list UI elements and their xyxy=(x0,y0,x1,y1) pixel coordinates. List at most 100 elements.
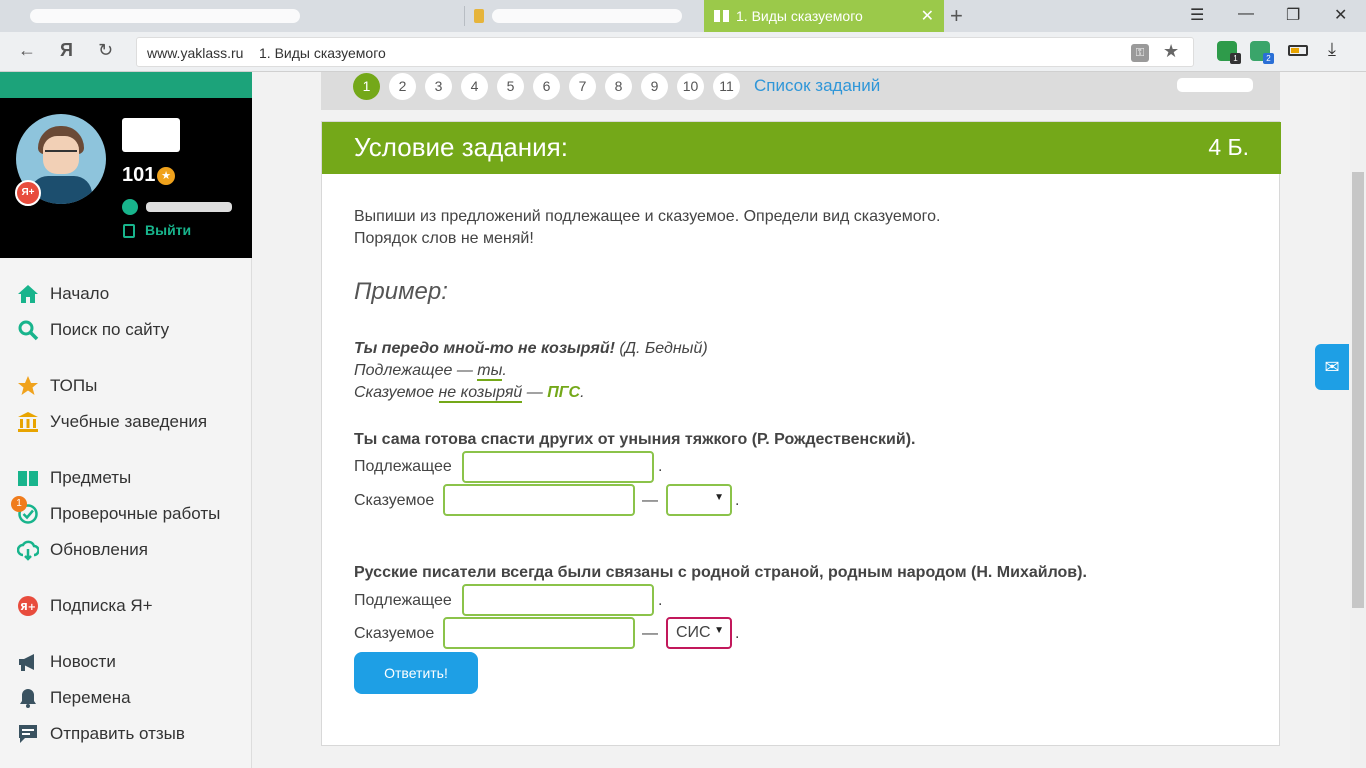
predicate-input[interactable] xyxy=(443,484,635,516)
sidebar-item-break[interactable]: Перемена xyxy=(0,681,252,713)
example-dot: . xyxy=(580,384,585,401)
sidebar-item-label: Перемена xyxy=(50,688,131,707)
svg-text:Я+: Я+ xyxy=(20,602,36,613)
predicate-type-select[interactable]: СИС ▼ xyxy=(666,617,732,649)
page-button[interactable]: 7 xyxy=(569,73,596,100)
url-domain: www.yaklass.ru xyxy=(147,45,244,61)
notification-badge: 1 xyxy=(11,496,27,512)
sentence-dot: . xyxy=(658,592,663,609)
logout-link[interactable]: Выйти xyxy=(145,222,191,238)
sentence-dot: . xyxy=(658,458,663,475)
sidebar-item-label: Начало xyxy=(50,284,110,303)
yandex-logo-icon[interactable]: Я xyxy=(60,40,73,61)
mail-feedback-button[interactable]: ✉ xyxy=(1315,344,1349,390)
tab-favicon xyxy=(474,9,484,23)
dash: — xyxy=(642,492,658,509)
page-button[interactable]: 9 xyxy=(641,73,668,100)
submit-answer-button[interactable]: Ответить! xyxy=(354,652,478,694)
new-tab-button[interactable]: + xyxy=(950,3,963,29)
back-arrow-icon[interactable]: ← xyxy=(18,40,36,61)
predicate-input[interactable] xyxy=(443,617,635,649)
close-tab-icon[interactable]: ✕ xyxy=(921,6,934,26)
page-button[interactable]: 1 xyxy=(353,73,380,100)
task-header: Условие задания: 4 Б. xyxy=(322,122,1281,174)
star-icon xyxy=(18,376,38,395)
reload-icon[interactable]: ↻ xyxy=(98,40,113,61)
minimize-icon[interactable]: — xyxy=(1238,5,1254,23)
download-icon[interactable]: ⤓ xyxy=(1328,39,1336,60)
tab-separator xyxy=(464,6,465,26)
task-card: Условие задания: 4 Б. Выпиши из предложе… xyxy=(321,121,1281,746)
page-button[interactable]: 4 xyxy=(461,73,488,100)
extension-puzzle-icon[interactable]: 2 xyxy=(1250,41,1274,64)
close-window-icon[interactable]: ✕ xyxy=(1334,5,1347,25)
example-subject-line: Подлежащее — ты. xyxy=(354,362,507,381)
example-author: (Д. Бедный) xyxy=(619,340,708,357)
sidebar-item-schools[interactable]: Учебные заведения xyxy=(0,405,252,437)
sidebar-item-label: Учебные заведения xyxy=(50,412,208,431)
example-subject-answer: ты xyxy=(477,362,503,381)
restore-icon[interactable]: ❐ xyxy=(1286,5,1300,25)
pager-info-blurred xyxy=(1177,78,1253,92)
sidebar-item-tests[interactable]: 1 Проверочные работы xyxy=(0,496,252,529)
example-dash: — xyxy=(526,384,543,401)
page-button[interactable]: 2 xyxy=(389,73,416,100)
predicate-type-select[interactable]: ▼ xyxy=(666,484,732,516)
home-icon xyxy=(18,285,38,303)
predicate-label: Сказуемое xyxy=(354,625,435,642)
sidebar-item-search[interactable]: Поиск по сайту xyxy=(0,313,252,345)
achievements-icon[interactable] xyxy=(122,199,138,215)
page-button[interactable]: 5 xyxy=(497,73,524,100)
example-predicate-answer: не козыряй xyxy=(438,384,523,403)
ya-plus-badge-icon: Я+ xyxy=(15,180,41,206)
subject-input[interactable] xyxy=(462,451,654,483)
question-sentence: Ты сама готова спасти других от уныния т… xyxy=(354,431,916,448)
lock-icon[interactable]: ⚿ xyxy=(1131,44,1149,62)
sidebar-item-subjects[interactable]: Предметы xyxy=(0,461,252,493)
page-button[interactable]: 6 xyxy=(533,73,560,100)
logout-door-icon[interactable] xyxy=(123,224,135,238)
bookmark-star-icon[interactable]: ★ xyxy=(1163,41,1179,62)
sentence-dot: . xyxy=(735,625,740,642)
sidebar-item-label: Проверочные работы xyxy=(50,504,221,523)
sidebar: Я+ 101 ★ Выйти Начало Поиск по сайту ТОП… xyxy=(0,72,252,768)
sidebar-item-label: Поиск по сайту xyxy=(50,320,170,339)
user-name-blurred[interactable] xyxy=(122,118,180,152)
page-button[interactable]: 8 xyxy=(605,73,632,100)
inactive-tab-blurred[interactable] xyxy=(492,9,682,23)
dropdown-arrow-icon: ▼ xyxy=(714,625,724,636)
subject-label: Подлежащее xyxy=(354,458,452,475)
menu-icon[interactable]: ☰ xyxy=(1190,5,1204,25)
achievements-link-blurred[interactable] xyxy=(146,202,232,212)
example-sentence-line: Ты передо мной-то не козыряй! (Д. Бедный… xyxy=(354,340,708,358)
example-predicate-line: Сказуемое не козыряй — ПГС. xyxy=(354,384,585,403)
extension-badge: 2 xyxy=(1263,53,1274,64)
sidebar-item-news[interactable]: Новости xyxy=(0,645,252,677)
predicate-type-value: СИС xyxy=(676,624,711,641)
task-list-link[interactable]: Список заданий xyxy=(754,76,880,96)
task-instruction: Порядок слов не меняй! xyxy=(354,230,534,247)
sidebar-item-updates[interactable]: Обновления xyxy=(0,533,252,565)
example-heading: Пример: xyxy=(354,278,448,305)
page-button[interactable]: 11 xyxy=(713,73,740,100)
sidebar-item-label: Обновления xyxy=(50,540,148,559)
battery-icon[interactable] xyxy=(1288,45,1308,56)
sidebar-item-label: Отправить отзыв xyxy=(50,724,185,743)
sidebar-item-home[interactable]: Начало xyxy=(0,277,252,309)
extension-shield-icon[interactable]: 1 xyxy=(1217,41,1241,64)
page-button[interactable]: 10 xyxy=(677,73,704,100)
active-tab[interactable]: 1. Виды сказуемого ✕ xyxy=(704,0,944,32)
task-instruction: Выпиши из предложений подлежащее и сказу… xyxy=(354,208,941,225)
page-button[interactable]: 3 xyxy=(425,73,452,100)
url-page-title: 1. Виды сказуемого xyxy=(259,45,386,61)
scrollbar-thumb[interactable] xyxy=(1352,172,1364,608)
task-pager: 1 2 3 4 5 6 7 8 9 10 11 Список заданий xyxy=(321,72,1280,110)
subject-input[interactable] xyxy=(462,584,654,616)
url-field[interactable]: www.yaklass.ru 1. Виды сказуемого ⚿ ★ xyxy=(136,37,1194,67)
bell-icon xyxy=(20,689,36,708)
envelope-icon: ✉ xyxy=(1324,357,1340,377)
sidebar-item-feedback[interactable]: Отправить отзыв xyxy=(0,717,252,749)
inactive-tab-blurred[interactable] xyxy=(30,9,300,23)
sidebar-item-subscription[interactable]: Я+ Подписка Я+ xyxy=(0,589,252,621)
sidebar-item-tops[interactable]: ТОПы xyxy=(0,369,252,401)
